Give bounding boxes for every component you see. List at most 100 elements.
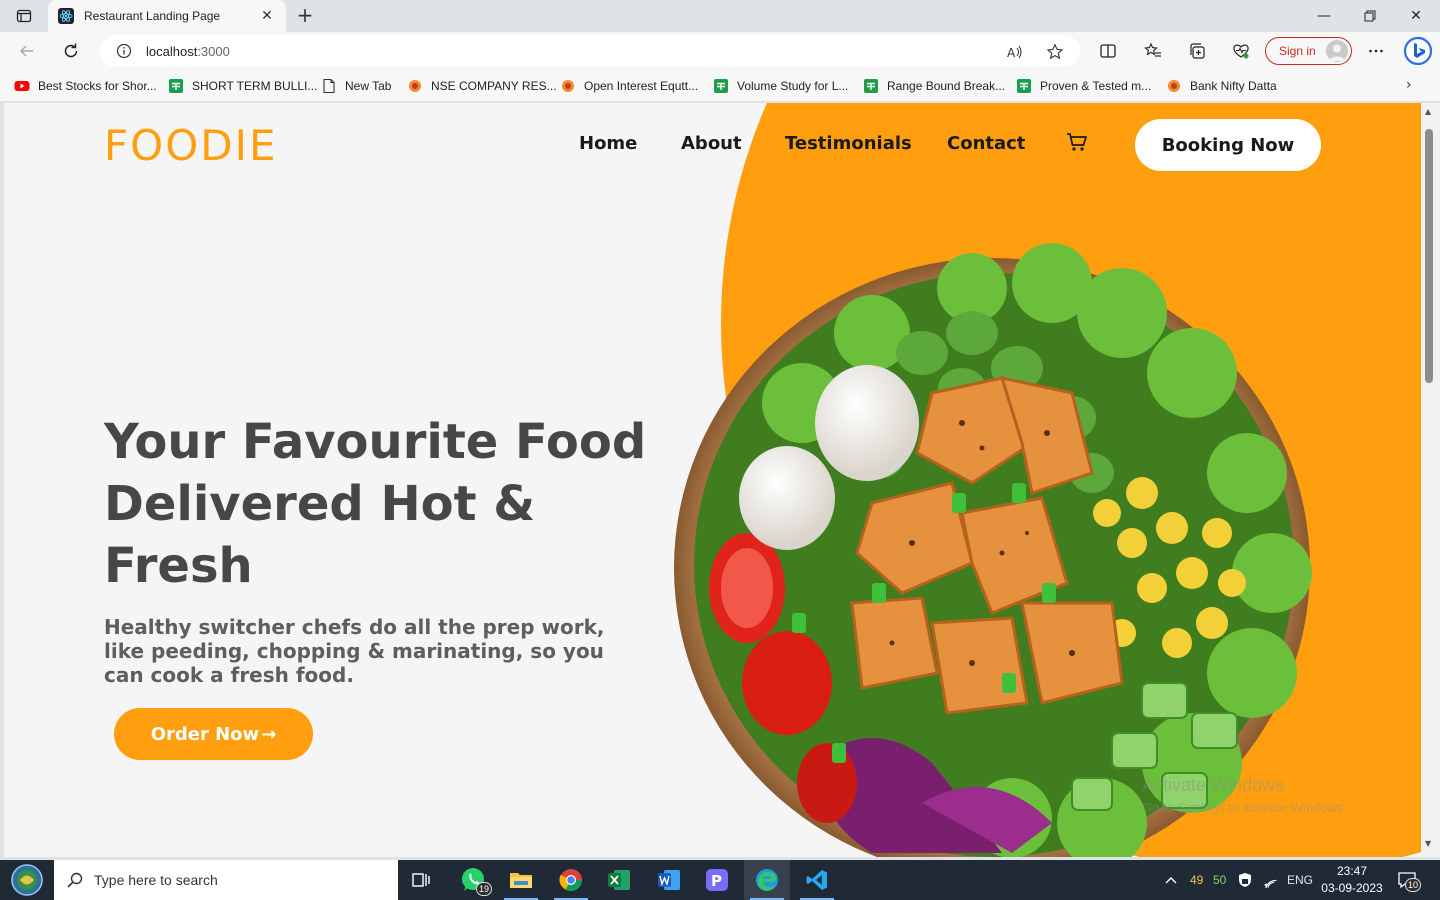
whatsapp-badge: 19 (476, 882, 493, 896)
nav-testimonials[interactable]: Testimonials (785, 133, 912, 154)
site-logo[interactable]: FOODIE (104, 121, 278, 170)
close-window-button[interactable]: ✕ (1396, 4, 1436, 28)
vscode-icon (806, 870, 827, 890)
clock-date: 03-09-2023 (1321, 881, 1383, 895)
favorite-star-icon[interactable] (1046, 43, 1064, 61)
language-indicator[interactable]: ENG (1287, 860, 1313, 900)
tray-indicator-2[interactable]: 50 (1213, 860, 1226, 900)
bookmark-item[interactable]: Bank Nifty Datta (1166, 77, 1277, 95)
restore-button[interactable] (1350, 4, 1390, 28)
address-bar-row: localhost:3000 A Sign in (0, 32, 1440, 70)
read-aloud-icon[interactable]: A (1006, 43, 1024, 61)
scrollbar-thumb[interactable] (1425, 129, 1433, 383)
windows-taskbar: Type here to search 19 P 49 50 ENG 23:47… (0, 860, 1440, 900)
nav-home[interactable]: Home (579, 133, 637, 154)
bookmark-item[interactable]: SHORT TERM BULLI... (168, 77, 317, 95)
vscode-app[interactable] (794, 860, 840, 900)
p-app-icon: P (706, 869, 728, 891)
wifi-icon (1264, 879, 1277, 888)
sign-in-button[interactable]: Sign in (1265, 37, 1352, 65)
watermark-subtitle: Go to Settings to activate Windows. (1142, 800, 1348, 815)
notification-center-button[interactable]: 10 (1397, 860, 1422, 900)
word-app[interactable] (646, 860, 692, 900)
file-explorer-app[interactable] (498, 860, 544, 900)
tray-indicator-1[interactable]: 49 (1190, 860, 1203, 900)
more-options-icon (1369, 49, 1383, 53)
taskbar-search-box[interactable]: Type here to search (54, 860, 398, 900)
site-icon (409, 80, 421, 92)
bookmark-item[interactable]: Best Stocks for Shor... (14, 77, 157, 95)
task-view-button[interactable] (398, 860, 444, 900)
start-button[interactable] (8, 863, 46, 897)
cart-icon[interactable] (1066, 131, 1088, 153)
sheets-icon (714, 79, 728, 93)
avatar (1326, 40, 1348, 62)
minimize-button[interactable]: — (1304, 4, 1344, 28)
bookmark-item[interactable]: Open Interest Equtt... (560, 77, 698, 95)
tab-actions-button[interactable] (10, 4, 38, 28)
search-placeholder: Type here to search (94, 872, 218, 888)
shield-icon (1239, 873, 1251, 887)
favorites-button[interactable] (1140, 39, 1166, 63)
bookmark-label: Bank Nifty Datta (1190, 79, 1277, 93)
bookmark-item[interactable]: New Tab (321, 77, 391, 95)
split-screen-button[interactable] (1095, 39, 1121, 63)
refresh-icon (64, 43, 78, 58)
chevron-up-icon (1165, 877, 1177, 884)
chevron-right-icon[interactable]: › (1406, 77, 1412, 93)
folder-icon (510, 873, 532, 888)
browser-tab[interactable]: Restaurant Landing Page ✕ (48, 0, 286, 32)
search-icon (67, 872, 83, 888)
arrow-right-icon: → (261, 723, 277, 745)
settings-menu-button[interactable] (1363, 39, 1389, 63)
close-tab-icon[interactable]: ✕ (258, 8, 276, 24)
address-bar[interactable]: localhost:3000 A (100, 35, 1080, 67)
clock[interactable]: 23:47 03-09-2023 (1318, 863, 1386, 897)
sheets-icon (1017, 79, 1031, 93)
back-button[interactable] (14, 39, 40, 63)
collections-button[interactable] (1184, 39, 1210, 63)
refresh-button[interactable] (58, 39, 84, 63)
start-orb-icon (11, 864, 43, 896)
page-scrollbar[interactable]: ▲ ▼ (1421, 103, 1440, 857)
edge-icon (756, 869, 778, 891)
bookmark-item[interactable]: Range Bound Break... (863, 77, 1005, 95)
show-hidden-icons-button[interactable] (1164, 860, 1178, 900)
info-icon[interactable] (116, 43, 132, 59)
svg-text:P: P (711, 872, 722, 890)
order-now-button[interactable]: Order Now → (114, 708, 313, 760)
page-icon (323, 78, 335, 94)
bookmark-label: Range Bound Break... (887, 79, 1006, 93)
wifi-tray-button[interactable] (1262, 860, 1280, 900)
whatsapp-app[interactable]: 19 (450, 860, 496, 900)
bookmark-label: Open Interest Equtt... (584, 79, 699, 93)
url-text: localhost:3000 (146, 43, 230, 59)
bing-icon (1403, 36, 1433, 66)
bookmark-item[interactable]: Volume Study for L... (713, 77, 848, 95)
sign-in-label: Sign in (1279, 44, 1316, 58)
bookmark-label: New Tab (345, 79, 392, 93)
new-tab-button[interactable]: + (292, 4, 318, 28)
tab-title: Restaurant Landing Page (84, 9, 221, 23)
activate-windows-watermark: Activate Windows Go to Settings to activ… (1142, 775, 1347, 815)
excel-icon (608, 870, 630, 890)
security-tray-button[interactable] (1237, 860, 1253, 900)
svg-text:A: A (1007, 46, 1016, 60)
split-screen-icon (1100, 44, 1116, 58)
booking-now-button[interactable]: Booking Now (1135, 119, 1321, 171)
scroll-up-icon[interactable]: ▲ (1425, 107, 1431, 116)
chrome-app[interactable] (548, 860, 594, 900)
heart-pulse-icon (1233, 44, 1249, 59)
bookmark-label: Proven & Tested m... (1040, 79, 1152, 93)
scroll-down-icon[interactable]: ▼ (1425, 839, 1431, 848)
bookmark-item[interactable]: NSE COMPANY RES... (407, 77, 557, 95)
bing-chat-button[interactable] (1402, 35, 1434, 67)
pycharm-app[interactable]: P (694, 860, 740, 900)
edge-app[interactable] (744, 860, 790, 900)
nav-about[interactable]: About (681, 133, 742, 154)
nav-contact[interactable]: Contact (947, 133, 1025, 154)
bookmarks-bar: Best Stocks for Shor... SHORT TERM BULLI… (0, 70, 1440, 102)
browser-essentials-button[interactable] (1228, 39, 1254, 63)
bookmark-item[interactable]: Proven & Tested m... (1016, 77, 1151, 95)
excel-app[interactable] (596, 860, 642, 900)
